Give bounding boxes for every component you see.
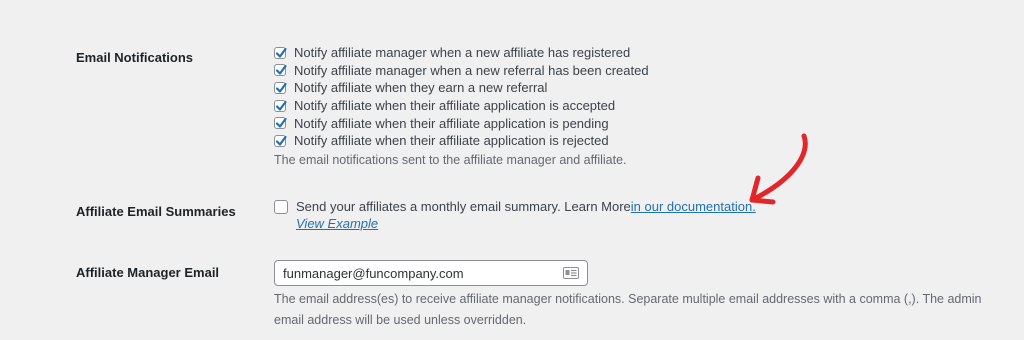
email-notifications-description: The email notifications sent to the affi… [274, 153, 627, 167]
documentation-link[interactable]: in our documentation. [631, 199, 756, 214]
checkbox-label: Notify affiliate when they earn a new re… [294, 80, 548, 96]
checkbox-label: Notify affiliate manager when a new refe… [294, 62, 649, 78]
checkmark-icon [275, 135, 287, 146]
annotation-arrow-icon [749, 133, 808, 205]
email-notifications-label: Email Notifications [76, 50, 194, 65]
affiliate-manager-email-field[interactable] [274, 260, 588, 286]
monthly-summary-option[interactable]: Send your affiliates a monthly email sum… [274, 199, 756, 214]
checkmark-icon [275, 118, 287, 128]
checkbox-label: Notify affiliate manager when a new affi… [294, 45, 631, 61]
notify-manager-affiliate-registered-option[interactable]: Notify affiliate manager when a new affi… [274, 44, 649, 62]
notify-affiliate-application-rejected-option[interactable]: Notify affiliate when their affiliate ap… [274, 132, 649, 150]
checkbox[interactable] [274, 81, 287, 94]
checkbox[interactable] [274, 117, 287, 130]
checkmark-icon [275, 65, 287, 75]
checkbox[interactable] [274, 99, 287, 112]
description-line-1: The email address(es) to receive affilia… [274, 292, 982, 306]
checkmark-icon [275, 47, 287, 58]
affiliate-manager-email-input[interactable] [283, 265, 563, 281]
contact-card-icon[interactable] [563, 267, 579, 279]
checkbox[interactable] [274, 46, 287, 59]
affiliate-manager-email-label: Affiliate Manager Email [76, 265, 220, 280]
monthly-summary-text: Send your affiliates a monthly email sum… [296, 199, 631, 214]
checkbox-label: Notify affiliate when their affiliate ap… [294, 98, 616, 114]
notify-manager-referral-created-option[interactable]: Notify affiliate manager when a new refe… [274, 62, 649, 80]
notify-affiliate-earn-referral-option[interactable]: Notify affiliate when they earn a new re… [274, 79, 649, 97]
email-notifications-options: Notify affiliate manager when a new affi… [274, 44, 649, 150]
checkbox-label: Notify affiliate when their affiliate ap… [294, 133, 609, 149]
checkmark-icon [275, 82, 287, 93]
affiliate-manager-email-description: The email address(es) to receive affilia… [274, 289, 982, 331]
view-example-link[interactable]: View Example [296, 216, 378, 231]
monthly-summary-checkbox[interactable] [274, 199, 288, 214]
checkbox[interactable] [274, 64, 287, 77]
affiliate-email-summaries-label: Affiliate Email Summaries [76, 204, 236, 219]
notify-affiliate-application-accepted-option[interactable]: Notify affiliate when their affiliate ap… [274, 97, 649, 115]
checkbox-label: Notify affiliate when their affiliate ap… [294, 115, 609, 131]
description-line-2: email address will be used unless overri… [274, 313, 527, 327]
notify-affiliate-application-pending-option[interactable]: Notify affiliate when their affiliate ap… [274, 114, 649, 132]
checkbox[interactable] [274, 134, 287, 147]
checkmark-icon [275, 100, 287, 111]
